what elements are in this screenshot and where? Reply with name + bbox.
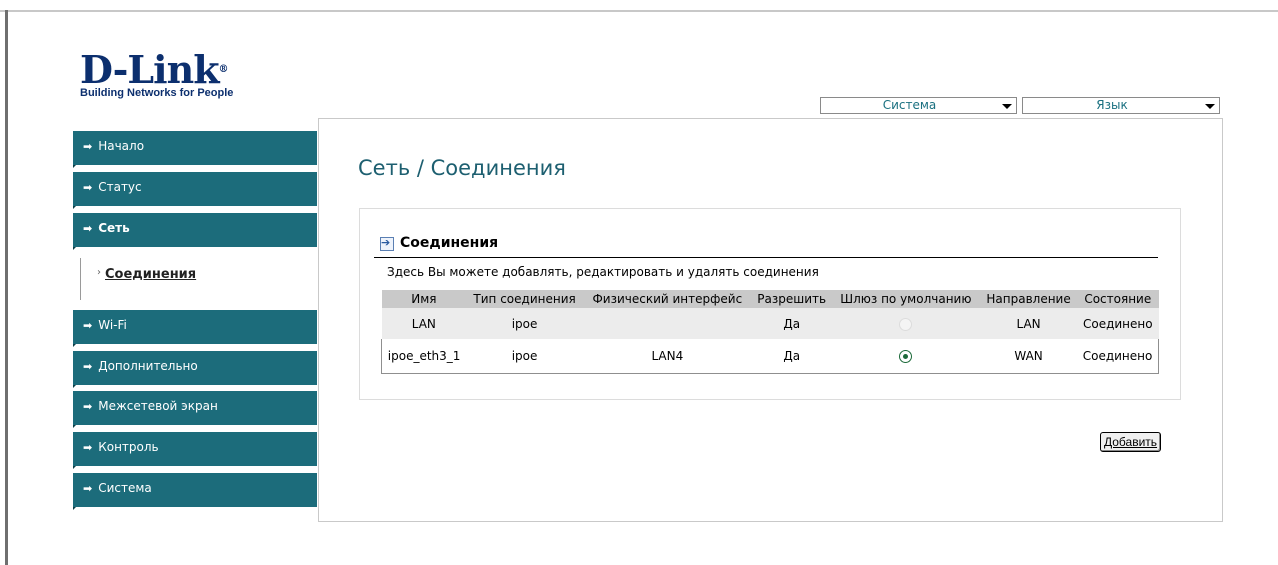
- cell-name: LAN: [381, 308, 467, 339]
- default-gateway-radio: [899, 317, 913, 331]
- sidebar-item-system[interactable]: ➡ Система: [73, 473, 317, 510]
- sidebar-item-label: Сеть: [98, 221, 130, 235]
- cell-enabled: Да: [751, 339, 832, 374]
- arrow-right-icon: ➡: [83, 441, 93, 454]
- left-border: [5, 10, 8, 565]
- cell-type: ipoe: [466, 308, 583, 339]
- sidebar-subitem-connections[interactable]: Соединения: [105, 267, 196, 282]
- column-header: Физический интерфейс: [582, 290, 752, 308]
- sidebar-item-network[interactable]: ➡ Сеть: [73, 213, 317, 250]
- bullet-icon: ›: [97, 267, 101, 278]
- sidebar-item-label: Межсетевой экран: [98, 399, 218, 413]
- page-title: Сеть / Соединения: [358, 156, 566, 180]
- sidebar-item-label: Статус: [98, 180, 142, 194]
- cell-interface: LAN4: [582, 339, 752, 374]
- sidebar-submenu: › Соединения: [80, 258, 318, 300]
- language-dropdown-label: Язык: [1096, 98, 1128, 112]
- connections-table: Имя Тип соединения Физический интерфейс …: [381, 290, 1160, 374]
- sidebar-item-advanced[interactable]: ➡ Дополнительно: [73, 351, 317, 388]
- sidebar-item-wifi[interactable]: ➡ Wi-Fi: [73, 310, 317, 347]
- logo-tagline: Building Networks for People: [80, 87, 234, 99]
- system-dropdown[interactable]: Система: [820, 97, 1017, 114]
- table-row[interactable]: LAN ipoe Да LAN Соединено: [381, 308, 1159, 339]
- column-header: Тип соединения: [466, 290, 583, 308]
- sidebar-item-label: Контроль: [98, 440, 159, 454]
- sidebar-item-control[interactable]: ➡ Контроль: [73, 432, 317, 469]
- arrow-right-icon: ➡: [83, 140, 93, 153]
- sidebar-item-label: Wi-Fi: [98, 318, 127, 332]
- arrow-right-icon: ➡: [83, 181, 93, 194]
- arrow-right-icon: ➡: [83, 482, 93, 495]
- sidebar-item-label: Дополнительно: [98, 359, 198, 373]
- sidebar-item-status[interactable]: ➡ Статус: [73, 172, 317, 209]
- arrow-right-icon: ➡: [83, 222, 93, 235]
- add-button[interactable]: Добавить: [1100, 432, 1162, 452]
- column-header: Разрешить: [751, 290, 832, 308]
- cell-state: Соединено: [1077, 339, 1160, 374]
- top-border: [0, 10, 1278, 12]
- column-header: Направление: [980, 290, 1078, 308]
- panel-header: Соединения: [374, 232, 1158, 258]
- cell-default-gateway: [831, 308, 981, 339]
- chevron-down-icon: [1205, 104, 1215, 109]
- dlink-logo: D-Link® Building Networks for People: [80, 47, 234, 100]
- page-arrow-icon: [380, 236, 394, 251]
- arrow-right-icon: ➡: [83, 360, 93, 373]
- column-header: Состояние: [1077, 290, 1159, 308]
- column-header: Шлюз по умолчанию: [831, 290, 981, 308]
- system-dropdown-label: Система: [882, 98, 937, 112]
- logo-name: D-Link: [80, 47, 220, 92]
- cell-name: ipoe_eth3_1: [381, 339, 467, 374]
- cell-default-gateway: [831, 339, 981, 374]
- language-dropdown[interactable]: Язык: [1022, 97, 1220, 114]
- arrow-right-icon: ➡: [83, 400, 93, 413]
- sidebar-item-label: Начало: [98, 139, 145, 153]
- cell-type: ipoe: [466, 339, 583, 374]
- table-header-row: Имя Тип соединения Физический интерфейс …: [381, 290, 1159, 308]
- panel-description: Здесь Вы можете добавлять, редактировать…: [387, 265, 819, 279]
- table-row[interactable]: ipoe_eth3_1 ipoe LAN4 Да WAN Соединено: [381, 339, 1160, 374]
- cell-interface: [582, 308, 752, 339]
- sidebar-item-firewall[interactable]: ➡ Межсетевой экран: [73, 391, 317, 428]
- cell-state: Соединено: [1077, 308, 1159, 339]
- chevron-down-icon: [1002, 104, 1012, 109]
- arrow-right-icon: ➡: [83, 319, 93, 332]
- sidebar-item-label: Система: [98, 481, 152, 495]
- default-gateway-radio[interactable]: [899, 349, 913, 363]
- cell-direction: LAN: [980, 308, 1078, 339]
- panel-title: Соединения: [400, 235, 499, 251]
- cell-direction: WAN: [980, 339, 1078, 374]
- cell-enabled: Да: [751, 308, 832, 339]
- column-header: Имя: [381, 290, 467, 308]
- sidebar-item-home[interactable]: ➡ Начало: [73, 131, 317, 168]
